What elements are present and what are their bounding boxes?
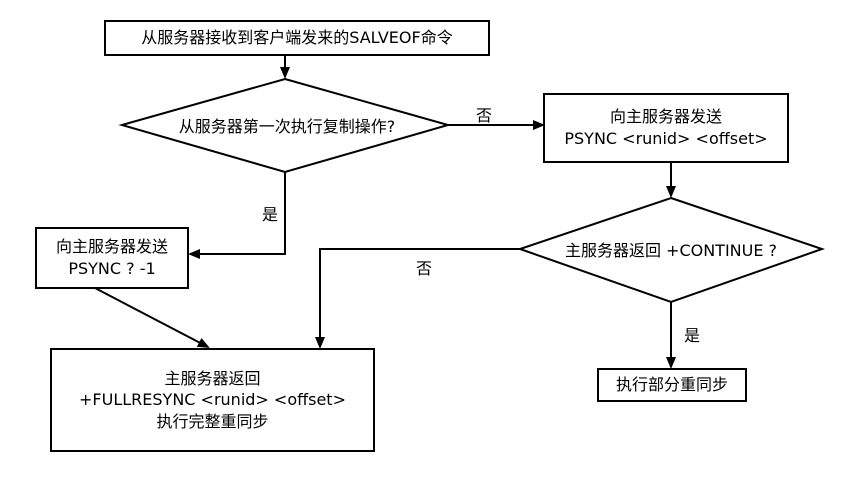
start-node-label: 从服务器接收到客户端发来的SALVEOF命令 xyxy=(141,28,453,48)
edge-psync-full-to-full-sync xyxy=(94,287,210,348)
send-psync-runid-line2: PSYNC <runid> <offset> xyxy=(564,129,768,148)
send-psync-full-line2: PSYNC ? -1 xyxy=(68,259,156,278)
decision-first-sync-label: 从服务器第一次执行复制操作? xyxy=(178,117,396,136)
full-resync-line2: +FULLRESYNC <runid> <offset> xyxy=(79,390,346,410)
send-psync-full-line1: 向主服务器发送 xyxy=(55,237,168,257)
full-resync-line1: 主服务器返回 xyxy=(164,368,261,388)
edge-label-first-sync-no: 否 xyxy=(475,106,493,125)
start-node: 从服务器接收到客户端发来的SALVEOF命令 xyxy=(104,20,490,56)
edge-label-first-sync-yes: 是 xyxy=(261,205,279,224)
send-psync-runid-node: 向主服务器发送 PSYNC <runid> <offset> xyxy=(543,93,789,163)
send-psync-runid-line1: 向主服务器发送 xyxy=(609,107,722,127)
flowchart-canvas: 从服务器接收到客户端发来的SALVEOF命令 从服务器第一次执行复制操作? 向主… xyxy=(0,0,846,478)
edge-label-continue-no: 否 xyxy=(415,259,433,278)
edge-label-continue-yes: 是 xyxy=(683,326,701,345)
decision-continue-label: 主服务器返回 +CONTINUE ? xyxy=(564,241,778,260)
send-psync-full-node: 向主服务器发送 PSYNC ? -1 xyxy=(35,227,189,289)
partial-resync-label: 执行部分重同步 xyxy=(615,375,728,395)
partial-resync-node: 执行部分重同步 xyxy=(597,368,747,402)
full-resync-node: 主服务器返回 +FULLRESYNC <runid> <offset> 执行完整… xyxy=(50,348,375,452)
full-resync-line3: 执行完整重同步 xyxy=(156,411,269,431)
